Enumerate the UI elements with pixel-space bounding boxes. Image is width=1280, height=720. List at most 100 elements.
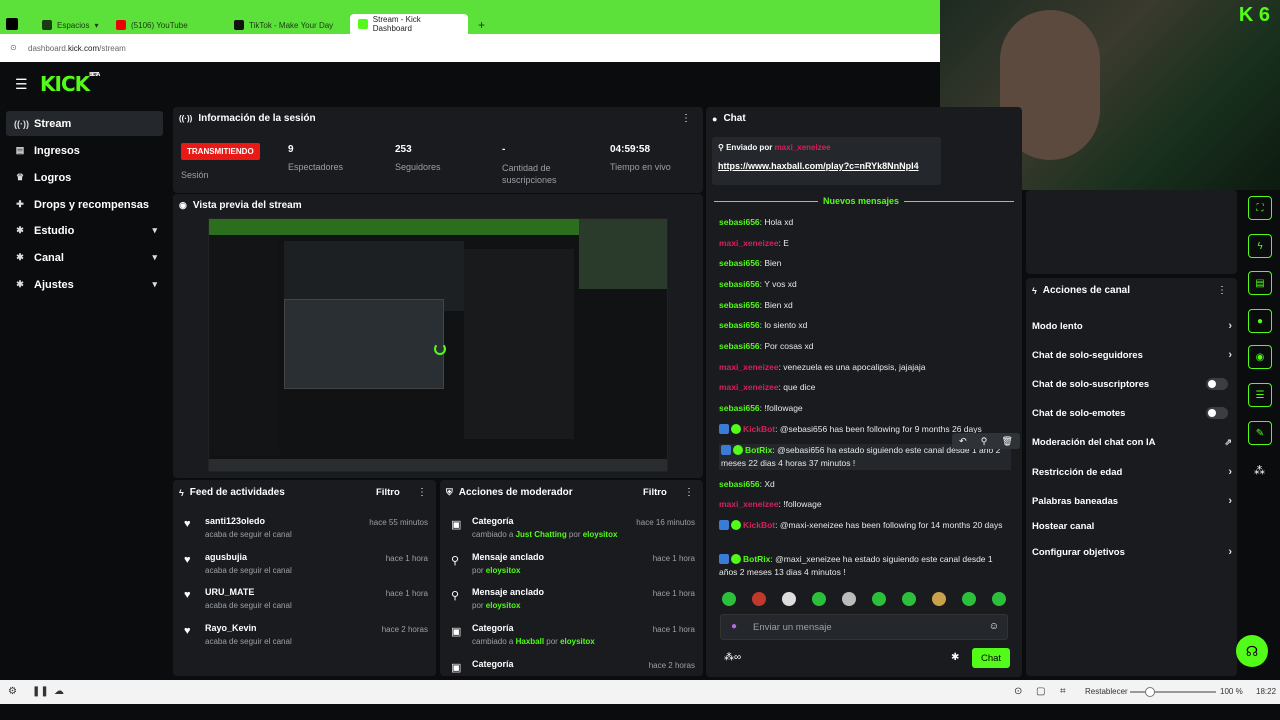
more-options-icon[interactable]: ⋮ <box>681 113 691 124</box>
action-emotes-only[interactable]: Chat de solo-emotes <box>1032 403 1232 423</box>
chat-username[interactable]: KickBot <box>743 424 775 434</box>
users-icon[interactable]: ⁂ <box>1254 464 1265 477</box>
chat-input[interactable]: ● Enviar un mensaje ☺ <box>720 614 1008 640</box>
chat-message[interactable]: maxi_xeneizee: que dice <box>719 381 1011 394</box>
feed-item[interactable]: ♥ santi123oledo acaba de seguir el canal ha… <box>181 516 428 546</box>
emote-icon[interactable] <box>962 592 976 606</box>
more-options-icon[interactable]: ⋮ <box>1217 285 1227 296</box>
new-tab-button[interactable]: + <box>478 16 485 34</box>
chat-username[interactable]: maxi_xeneizee <box>719 499 779 509</box>
action-slow-mode[interactable]: Modo lento › <box>1032 316 1232 336</box>
pause-icon[interactable]: ❚❚ <box>32 686 49 697</box>
trash-icon[interactable]: 🗑 <box>1001 436 1012 447</box>
more-options-icon[interactable]: ⋮ <box>417 487 427 498</box>
chat-username[interactable]: sebasi656 <box>719 279 760 289</box>
sidebar-item-estudio[interactable]: ✱ Estudio ▾ <box>6 218 163 243</box>
send-chat-button[interactable]: Chat <box>972 648 1010 668</box>
lightning-icon[interactable]: ϟ <box>1248 234 1272 258</box>
chat-message[interactable]: sebasi656: Bien xd <box>719 299 1011 312</box>
broadcast-icon[interactable]: ◉ <box>1248 345 1272 369</box>
cloud-icon[interactable]: ☁ <box>54 686 64 697</box>
emote-icon[interactable] <box>872 592 886 606</box>
emote-icon[interactable] <box>752 592 766 606</box>
site-info-icon[interactable]: ⊙ <box>10 43 17 52</box>
kick-logo[interactable]: KICKBETA <box>40 72 100 96</box>
modaction-item[interactable]: ⚲ Mensaje anclado por eloysitox hace 1 hora <box>448 552 695 582</box>
modaction-item[interactable]: ▣ Categoría cambiado a Haxball por eloysit… <box>448 623 695 653</box>
capture-icon[interactable]: ⊙ <box>1014 686 1022 697</box>
feed-item[interactable]: ♥ agusbujia acaba de seguir el canal hace 1… <box>181 552 428 582</box>
chat-message[interactable]: sebasi656: Por cosas xd <box>719 340 1011 353</box>
document-icon[interactable]: ▤ <box>1248 271 1272 295</box>
tab-youtube[interactable]: (5106) YouTube <box>116 16 188 34</box>
chat-username[interactable]: KickBot <box>743 520 775 530</box>
chat-icon[interactable]: ● <box>1248 309 1272 333</box>
chat-message[interactable]: BotRix: @maxi_xeneizee ha estado siguien… <box>719 553 1011 579</box>
address-bar[interactable]: ⊙ dashboard. kick.com/stream <box>0 34 940 62</box>
emote-icon[interactable] <box>992 592 1006 606</box>
sidebar-item-logros[interactable]: ♛ Logros <box>6 165 163 190</box>
stream-preview-video[interactable] <box>208 218 668 472</box>
users-icon[interactable]: ⁂∞ <box>724 652 741 663</box>
modaction-item[interactable]: ▣ Categoría cambiado a Just Chatting por e… <box>448 516 695 546</box>
tab-tiktok[interactable]: TikTok - Make Your Day <box>234 16 333 34</box>
chat-username[interactable]: sebasi656 <box>719 320 760 330</box>
feed-item[interactable]: ♥ Rayo_Kevin acaba de seguir el canal hace … <box>181 623 428 653</box>
chat-message[interactable]: KickBot: @maxi-xeneizee has been followi… <box>719 519 1011 532</box>
chat-username[interactable]: BotRix <box>743 554 770 564</box>
reply-icon[interactable]: ↶ <box>959 436 967 447</box>
emote-icon[interactable] <box>722 592 736 606</box>
window-icon[interactable]: ▢ <box>1036 686 1045 697</box>
pinned-link[interactable]: https://www.haxball.com/play?c=nRYk8NnNp… <box>718 161 919 171</box>
sidebar-item-ingresos[interactable]: ▤ Ingresos <box>6 138 163 163</box>
settings-icon[interactable]: ⚙ <box>8 686 17 697</box>
modaction-item[interactable]: ▣ Categoría hace 2 horas <box>448 659 695 676</box>
feed-item[interactable]: ♥ URU_MATE acaba de seguir el canal hace 1 … <box>181 587 428 617</box>
chat-username[interactable]: maxi_xeneizee <box>719 382 779 392</box>
chat-message[interactable]: sebasi656: Bien <box>719 257 1011 270</box>
emote-icon[interactable] <box>932 592 946 606</box>
chat-username[interactable]: BotRix <box>745 445 772 455</box>
gear-icon[interactable]: ✱ <box>951 652 959 663</box>
chat-username[interactable]: sebasi656 <box>719 479 760 489</box>
zoom-slider-thumb[interactable] <box>1145 687 1155 697</box>
support-icon[interactable]: ☊ <box>1236 635 1268 667</box>
wrench-icon[interactable]: ✎ <box>1248 421 1272 445</box>
sidebar-item-stream[interactable]: ((·)) Stream <box>6 111 163 136</box>
list-icon[interactable]: ☰ <box>1248 383 1272 407</box>
pinned-message[interactable]: ⚲ Enviado por maxi_xeneizee https://www.… <box>712 137 941 185</box>
action-followers-only[interactable]: Chat de solo-seguidores › <box>1032 345 1232 365</box>
action-host-channel[interactable]: Hostear canal <box>1032 516 1232 536</box>
action-ai-moderation[interactable]: Moderación del chat con IA ⇗ <box>1032 432 1232 452</box>
action-subscribers-only[interactable]: Chat de solo-suscriptores <box>1032 374 1232 394</box>
chat-username[interactable]: sebasi656 <box>719 300 760 310</box>
sidebar-item-drops[interactable]: ✚ Drops y recompensas <box>6 192 163 217</box>
chat-username[interactable]: sebasi656 <box>719 403 760 413</box>
feed-filter-button[interactable]: Filtro <box>376 487 400 498</box>
pin-icon[interactable]: ⚲ <box>981 436 988 447</box>
chat-username[interactable]: maxi_xeneizee <box>719 362 779 372</box>
emote-icon[interactable] <box>842 592 856 606</box>
chat-message[interactable]: maxi_xeneizee: E <box>719 237 1011 250</box>
modactions-filter-button[interactable]: Filtro <box>643 487 667 498</box>
emote-icon[interactable] <box>902 592 916 606</box>
modaction-item[interactable]: ⚲ Mensaje anclado por eloysitox hace 1 hora <box>448 587 695 617</box>
chat-username[interactable]: sebasi656 <box>719 341 760 351</box>
action-goals[interactable]: Configurar objetivos › <box>1032 542 1232 562</box>
crop-icon[interactable]: ⌗ <box>1060 686 1066 697</box>
chat-username[interactable]: maxi_xeneizee <box>719 238 779 248</box>
microphone-icon[interactable]: ● <box>731 621 737 632</box>
chat-message[interactable]: sebasi656: !followage <box>719 402 1011 415</box>
fullscreen-icon[interactable]: ⛶ <box>1248 196 1272 220</box>
emote-icon[interactable] <box>812 592 826 606</box>
sidebar-item-ajustes[interactable]: ✱ Ajustes ▾ <box>6 272 163 297</box>
zoom-slider[interactable] <box>1130 687 1216 697</box>
action-age-restriction[interactable]: Restricción de edad › <box>1032 462 1232 482</box>
chat-message[interactable]: sebasi656: Hola xd <box>719 216 1011 229</box>
tab-espacios[interactable]: Espacios ▾ <box>42 16 98 34</box>
chat-message[interactable]: sebasi656: Y vos xd <box>719 278 1011 291</box>
emoji-icon[interactable]: ☺ <box>989 621 999 632</box>
chat-username[interactable]: sebasi656 <box>719 258 760 268</box>
browser-logo-icon[interactable] <box>6 18 18 30</box>
chat-message[interactable]: maxi_xeneizee: venezuela es una apocalip… <box>719 361 1011 374</box>
